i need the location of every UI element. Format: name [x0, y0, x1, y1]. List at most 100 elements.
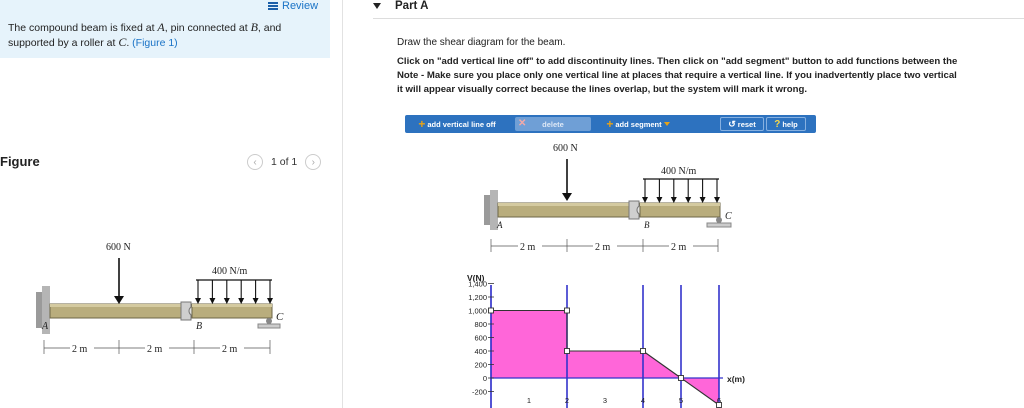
instruction-note: Click on "add vertical line off" to add … [397, 56, 958, 95]
x-tick-label: 5 [679, 396, 683, 405]
y-tick-label: 800 [474, 320, 487, 329]
collapse-caret-icon[interactable] [373, 3, 381, 9]
distributed-load-arrow [267, 298, 273, 304]
reset-button[interactable]: ↺ reset [720, 117, 764, 131]
beam-highlight [50, 304, 182, 307]
review-label: Review [282, 0, 319, 12]
delete-label: delete [542, 119, 564, 129]
part-divider [373, 18, 1024, 19]
problem-panel: Review The compound beam is fixed at A, … [0, 0, 330, 408]
label-c: C [725, 211, 732, 222]
answer-panel: Part A Draw the shear diagram for the be… [343, 0, 1024, 408]
plus-icon: + [606, 117, 614, 131]
review-icon [268, 2, 278, 10]
help-button[interactable]: ? help [766, 117, 806, 131]
dimension-label: 2 m [147, 344, 163, 355]
add-vertical-line-button[interactable]: + add vertical line off [408, 117, 506, 131]
dimension-label: 2 m [595, 242, 611, 253]
distributed-load-arrows [642, 179, 720, 203]
point-a-label: A [157, 20, 165, 34]
delete-button[interactable]: ✕ delete [515, 117, 591, 131]
help-label: help [782, 119, 798, 129]
distributed-load-arrows [195, 280, 273, 304]
x-axis-label: x(m) [727, 374, 745, 384]
distributed-load-arrow [699, 197, 706, 203]
y-axis-label: V(N) [467, 273, 485, 283]
point-load-arrow [562, 193, 572, 201]
y-tick-label: -200 [472, 388, 487, 397]
reset-icon: ↺ [728, 118, 736, 129]
shear-diagram-canvas[interactable]: C 600 N 400 N/m A B 2 m 2 m 2 m 1,4001,2… [443, 135, 843, 408]
part-title: Part A [395, 0, 429, 12]
label-c: C [276, 311, 284, 323]
x-tick-label: 2 [565, 396, 569, 405]
distributed-load-arrow [714, 197, 720, 203]
part-header[interactable]: Part A [373, 0, 428, 12]
y-tick-label: 1,200 [468, 293, 487, 302]
segment-handle[interactable] [716, 402, 722, 408]
reset-label: reset [737, 119, 756, 129]
y-tick-label: 200 [474, 361, 487, 370]
label-a: A [41, 321, 49, 332]
x-tick-label: 4 [641, 396, 645, 405]
x-tick-label: 3 [603, 396, 607, 405]
y-tick-label: 600 [474, 334, 487, 343]
beam-highlight [498, 203, 630, 206]
point-b-label: B [250, 20, 258, 34]
roller-support [706, 222, 732, 228]
distributed-load-arrow [642, 197, 648, 203]
distributed-load-arrow [238, 298, 245, 304]
shear-chart[interactable]: 1,4001,2001,0008006004002000-2001 2 3 4 5 6V(… [467, 273, 745, 408]
shear-area-fill [491, 310, 719, 405]
drawing-toolbar: + add vertical line off ✕ delete + add s… [405, 115, 816, 133]
prev-figure-button[interactable]: ‹ [247, 154, 263, 170]
distributed-load-arrow [209, 298, 216, 304]
beam-highlight [192, 304, 272, 307]
add-segment-button[interactable]: + add segment [598, 117, 678, 131]
beam-highlight [640, 203, 720, 206]
next-figure-button[interactable]: › [305, 154, 322, 170]
segment-handle[interactable] [564, 348, 570, 354]
figure-pager-label: 1 of 1 [271, 156, 298, 168]
figure-link[interactable]: (Figure 1) [132, 37, 178, 49]
segment-handle[interactable] [488, 307, 494, 314]
dimension-label: 2 m [671, 242, 687, 253]
point-load-arrow [114, 296, 124, 304]
problem-text-part: The compound beam is fixed at [8, 22, 158, 34]
problem-text: The compound beam is fixed at A, pin con… [8, 20, 318, 50]
figure-title: Figure [0, 154, 40, 169]
distributed-load-arrow [685, 197, 692, 203]
distributed-load-arrow [656, 197, 663, 203]
problem-text-part: , pin connected at [164, 22, 251, 34]
roller-support [266, 318, 272, 324]
segment-handle[interactable] [678, 375, 684, 381]
segment-handle[interactable] [640, 348, 646, 354]
distributed-load-arrow [223, 298, 230, 304]
y-tick-label: 1,000 [468, 307, 487, 316]
problem-statement-box: Review The compound beam is fixed at A, … [0, 0, 330, 58]
distributed-load-label: 400 N/m [661, 166, 697, 177]
distributed-load-arrow [195, 298, 201, 304]
roller-support [257, 323, 281, 329]
instruction-text: Draw the shear diagram for the beam. [397, 37, 566, 48]
dimension-label: 2 m [72, 344, 88, 355]
point-load-label: 600 N [553, 143, 578, 154]
label-a: A [496, 220, 503, 230]
dimension-label: 2 m [520, 242, 536, 253]
distributed-load-arrow [670, 197, 677, 203]
segment-handle[interactable] [564, 307, 570, 314]
point-load-label: 600 N [106, 242, 131, 253]
add-vertical-line-label: add vertical line off [427, 119, 496, 129]
help-icon: ? [774, 118, 781, 130]
label-b: B [644, 220, 650, 230]
review-link[interactable]: Review [268, 0, 318, 12]
dropdown-arrow-icon [663, 122, 670, 126]
roller-support [716, 217, 722, 223]
dimension-label: 2 m [222, 344, 238, 355]
distributed-load-arrow [252, 298, 259, 304]
x-tick-label: 1 [527, 396, 531, 405]
add-segment-label: add segment [615, 119, 662, 129]
plus-icon: + [418, 117, 426, 131]
figure-pager: ‹ 1 of 1 › [247, 154, 322, 170]
y-tick-label: 0 [483, 374, 487, 383]
